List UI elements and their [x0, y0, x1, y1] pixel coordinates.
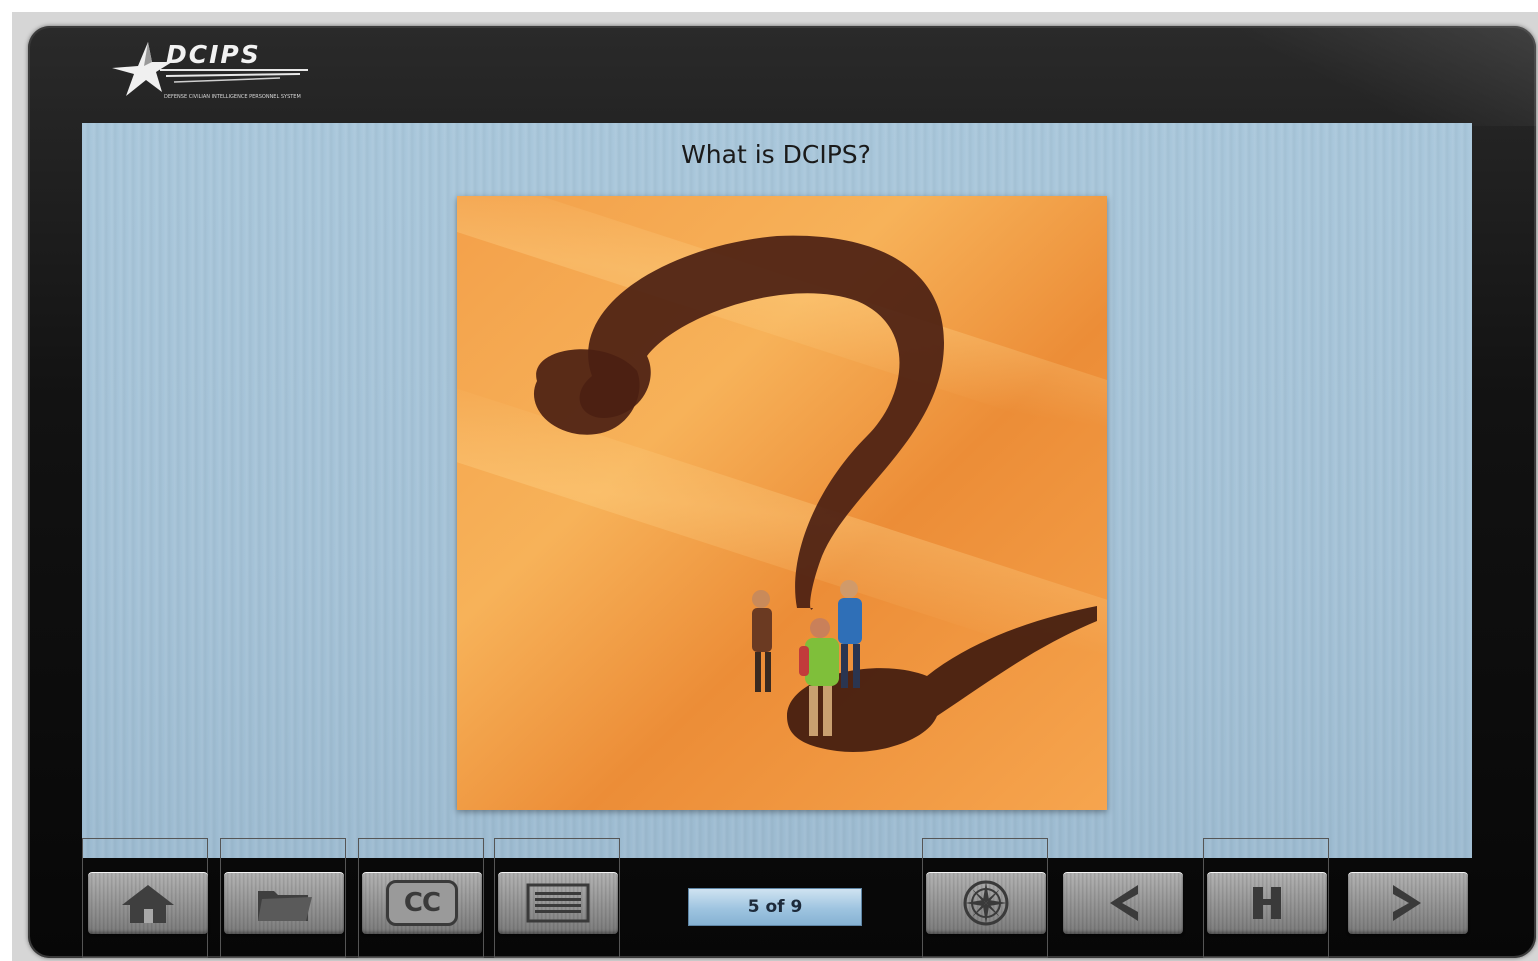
slide-title: What is DCIPS?	[681, 140, 871, 169]
compass-icon	[963, 880, 1009, 926]
next-button[interactable]	[1348, 872, 1468, 934]
closed-captions-button[interactable]: CC	[362, 872, 482, 934]
home-button[interactable]	[88, 872, 208, 934]
frame-gloss	[1136, 26, 1536, 126]
list-icon	[526, 883, 590, 923]
logo-text: DCIPS	[166, 40, 261, 69]
home-icon	[122, 885, 174, 923]
glossary-button[interactable]	[926, 872, 1046, 934]
chevron-left-icon	[1110, 885, 1138, 921]
question-mark-photo	[457, 196, 1107, 810]
cc-icon: CC	[386, 880, 458, 926]
cc-label: CC	[403, 888, 441, 918]
logo-swoosh-icon	[160, 69, 308, 83]
question-mark-image	[457, 196, 1107, 810]
back-button[interactable]	[1063, 872, 1183, 934]
resources-button[interactable]	[224, 872, 344, 934]
menu-button[interactable]	[498, 872, 618, 934]
chevron-right-icon	[1393, 885, 1421, 921]
logo-subtitle: Defense Civilian Intelligence Personnel …	[164, 94, 301, 100]
dcips-logo: DCIPS Defense Civilian Intelligence Pers…	[108, 40, 318, 120]
pause-button[interactable]	[1207, 872, 1327, 934]
folder-icon	[258, 891, 312, 921]
page-counter: 5 of 9	[688, 888, 862, 926]
pause-icon	[1253, 887, 1281, 919]
